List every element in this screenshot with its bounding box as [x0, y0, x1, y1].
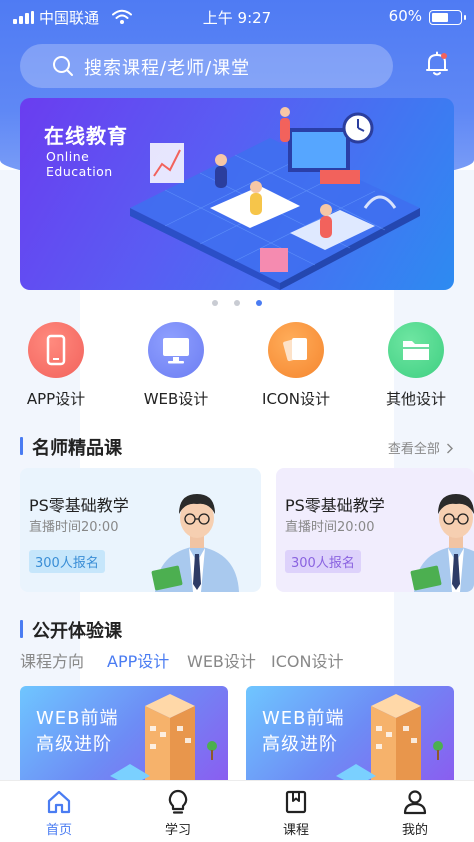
cards-icon	[268, 322, 324, 378]
course-title: PS零基础教学	[285, 496, 385, 515]
search-icon	[53, 56, 73, 76]
monitor-icon	[148, 322, 204, 378]
bottom-tab-bar: 首页 学习 课程 我的	[0, 780, 474, 842]
battery-icon	[429, 10, 466, 25]
banner-pagination	[0, 300, 474, 308]
category-label: ICON设计	[262, 390, 330, 408]
tab-label: 学习	[164, 823, 191, 838]
course-title: PS零基础教学	[29, 496, 129, 515]
search-placeholder: 搜索课程/老师/课堂	[84, 58, 251, 79]
pagination-dot[interactable]	[234, 300, 240, 306]
course-line-1: WEB前端	[36, 708, 119, 729]
category-web-design[interactable]: WEB设计	[121, 322, 231, 409]
battery-percent: 60%	[388, 7, 422, 25]
banner-title: 在线教育	[44, 124, 128, 148]
tab-icon-design[interactable]: ICON设计	[271, 648, 343, 672]
tab-direction[interactable]: 课程方向	[20, 648, 84, 672]
teacher-avatar	[410, 494, 474, 592]
see-all-link[interactable]: 查看全部	[388, 438, 454, 457]
course-line-2: 高级进阶	[36, 734, 112, 755]
tab-mine[interactable]: 我的	[375, 789, 455, 838]
bulb-icon	[168, 789, 188, 814]
pagination-dot[interactable]	[212, 300, 218, 306]
teacher-course-card[interactable]: PS零基础教学 直播时间20:00 300人报名	[276, 468, 474, 592]
chevron-right-icon	[447, 443, 453, 454]
category-label: APP设计	[26, 390, 86, 408]
promo-banner[interactable]: 在线教育 Online Education	[20, 98, 454, 290]
category-label: 其他设计	[385, 390, 446, 408]
section-title-famous: 名师精品课	[20, 434, 122, 460]
tab-home[interactable]: 首页	[19, 789, 99, 838]
tab-label: 首页	[45, 823, 72, 838]
live-time: 直播时间20:00	[29, 520, 119, 535]
signup-badge: 300人报名	[29, 550, 105, 573]
open-course-card[interactable]: WEB前端 高级进阶	[246, 686, 454, 786]
teacher-course-card[interactable]: PS零基础教学 直播时间20:00 300人报名	[20, 468, 261, 592]
tab-study[interactable]: 学习	[138, 789, 218, 838]
tab-app-design[interactable]: APP设计	[107, 648, 169, 672]
folder-icon	[388, 322, 444, 378]
banner-subtitle: Online Education	[46, 149, 113, 179]
tab-label: 课程	[282, 823, 309, 838]
search-input[interactable]: 搜索课程/老师/课堂	[20, 44, 393, 88]
pagination-dot[interactable]	[256, 300, 262, 306]
user-icon	[403, 790, 427, 815]
tab-web-design[interactable]: WEB设计	[187, 648, 256, 672]
category-icon-design[interactable]: ICON设计	[241, 322, 351, 409]
course-line-1: WEB前端	[262, 708, 345, 729]
home-icon	[47, 790, 71, 814]
status-bar: 中国联通 上午 9:27 60%	[0, 0, 474, 34]
category-app-design[interactable]: APP设计	[1, 322, 111, 409]
course-line-2: 高级进阶	[262, 734, 338, 755]
signup-badge: 300人报名	[285, 550, 361, 573]
teacher-avatar	[151, 494, 239, 592]
book-icon	[285, 790, 307, 814]
tab-label: 我的	[401, 823, 428, 838]
phone-icon	[28, 322, 84, 378]
tab-courses[interactable]: 课程	[256, 789, 336, 838]
notification-bell-icon[interactable]	[425, 51, 449, 77]
category-label: WEB设计	[143, 390, 209, 408]
live-time: 直播时间20:00	[285, 520, 375, 535]
category-other-design[interactable]: 其他设计	[361, 322, 471, 409]
open-course-card[interactable]: WEB前端 高级进阶	[20, 686, 228, 786]
section-title-open: 公开体验课	[20, 617, 122, 643]
